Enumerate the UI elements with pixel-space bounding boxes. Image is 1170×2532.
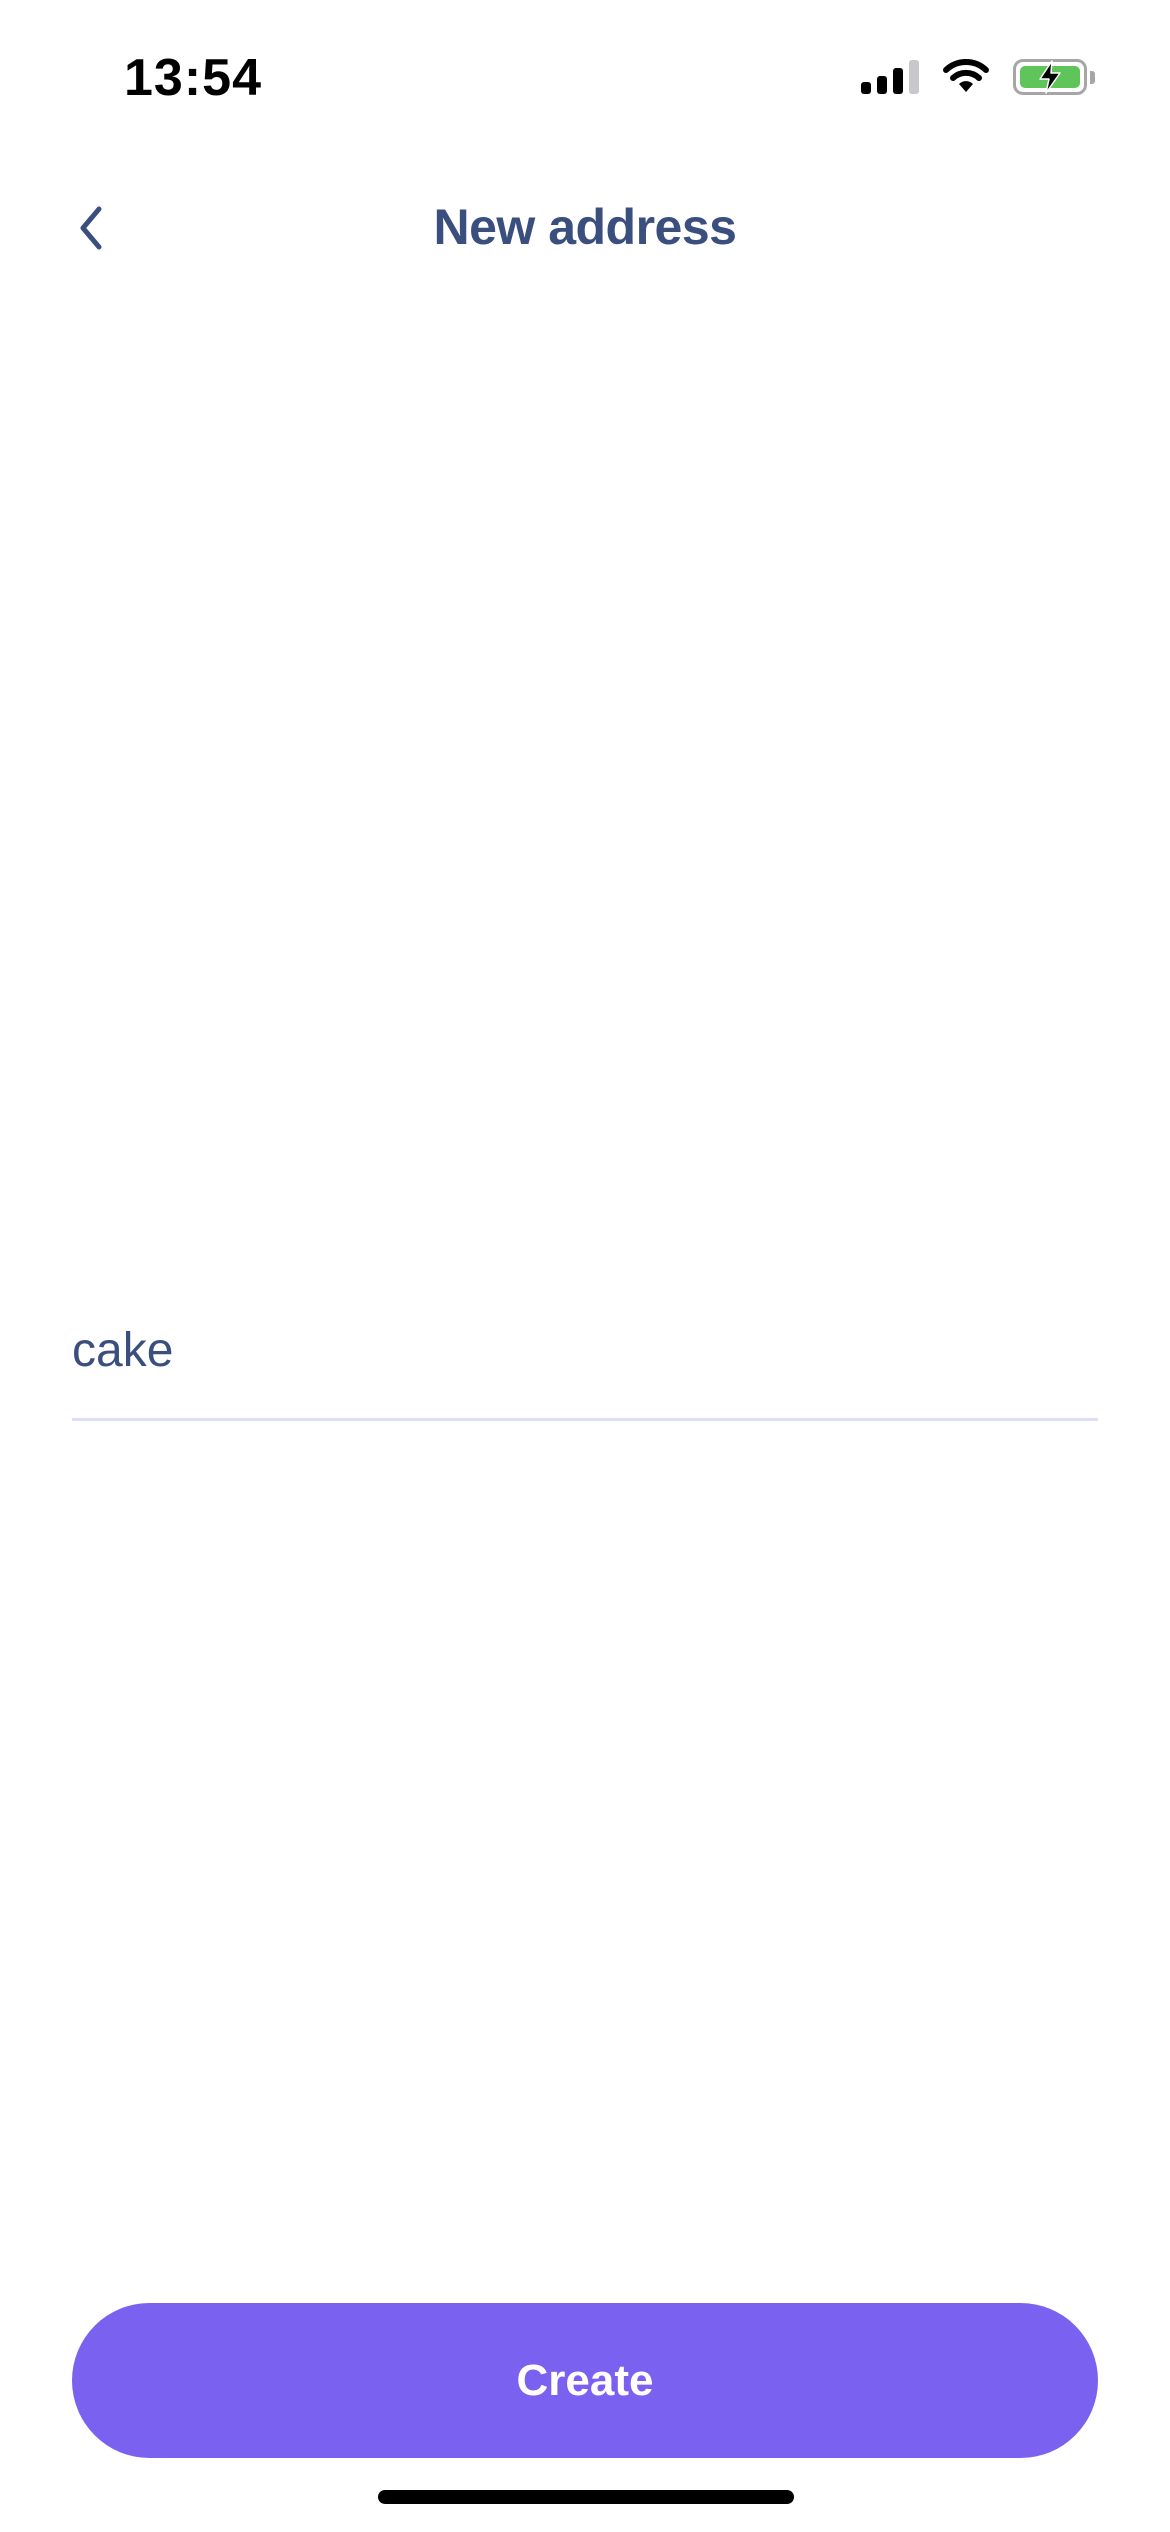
status-icons	[861, 55, 1095, 99]
new-address-screen: 13:54 New address cake Create	[0, 0, 1170, 2532]
page-title: New address	[433, 199, 737, 255]
create-button[interactable]: Create	[72, 2303, 1098, 2458]
battery-charging-icon	[1013, 59, 1095, 95]
wifi-icon	[941, 56, 991, 99]
create-button-label: Create	[516, 2355, 654, 2405]
cellular-signal-icon	[861, 60, 919, 94]
status-time: 13:54	[124, 49, 262, 107]
address-name-input[interactable]	[72, 1305, 1098, 1395]
address-field	[72, 1305, 1098, 1421]
home-indicator	[378, 2490, 794, 2504]
